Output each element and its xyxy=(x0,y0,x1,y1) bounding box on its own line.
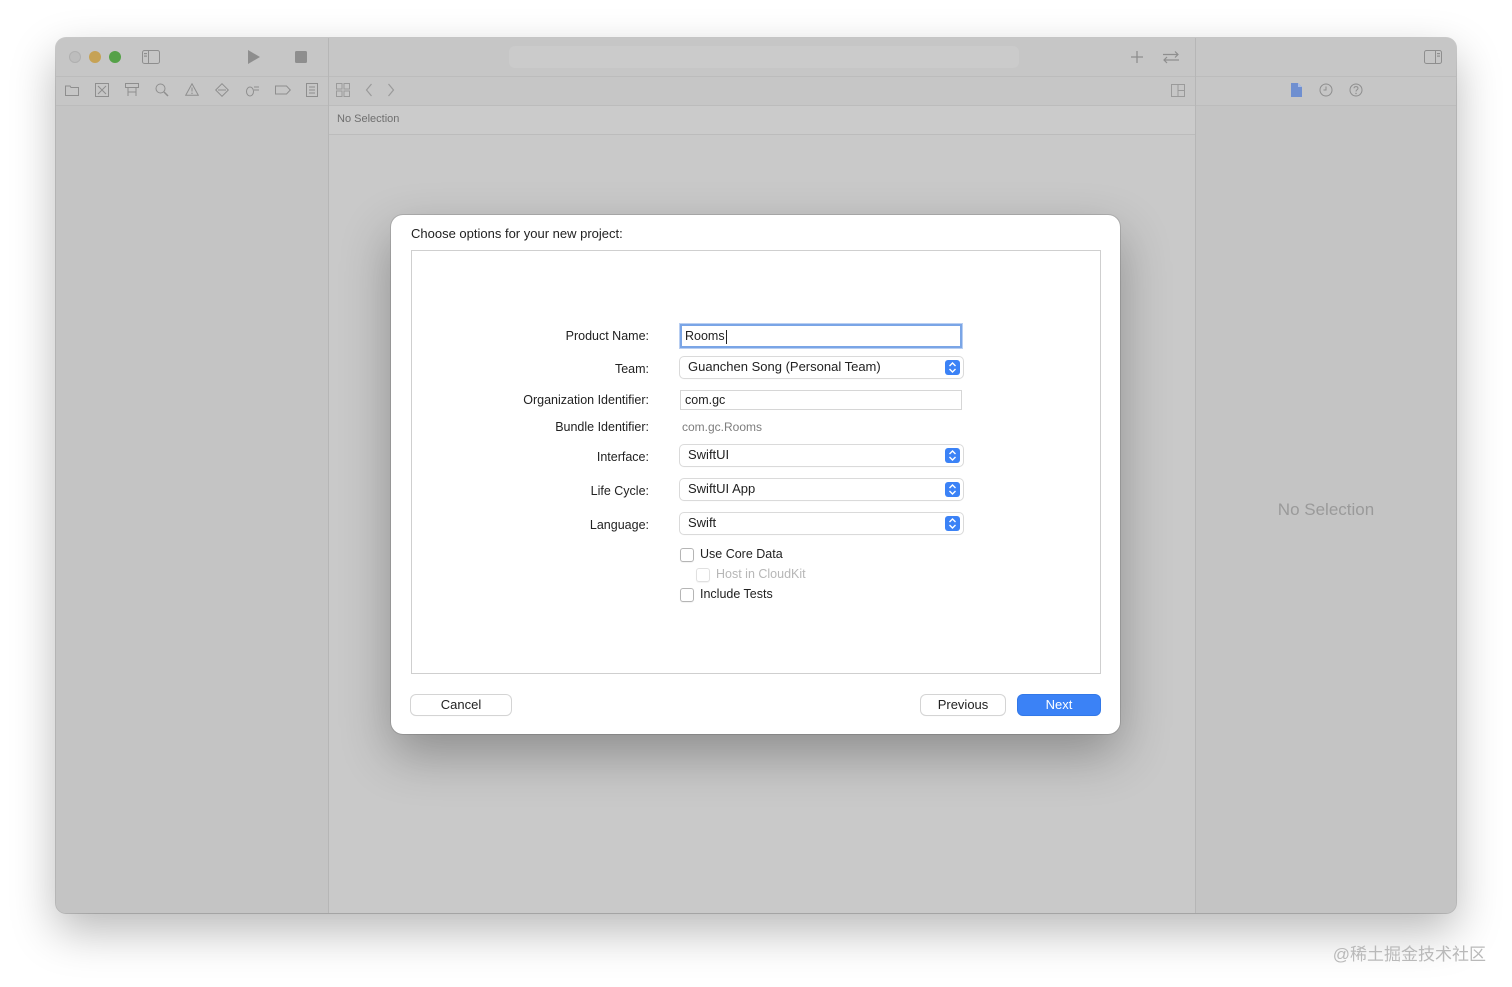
inspector-selector-bar xyxy=(1196,77,1456,106)
next-button[interactable]: Next xyxy=(1018,695,1100,715)
test-icon[interactable] xyxy=(215,83,229,97)
stop-icon[interactable] xyxy=(295,51,307,63)
report-icon[interactable] xyxy=(306,83,318,97)
symbol-icon[interactable] xyxy=(125,83,139,97)
product-name-field[interactable]: Rooms xyxy=(680,324,962,348)
navigator-selector-bar xyxy=(56,77,328,106)
include-tests-label: Include Tests xyxy=(700,587,773,601)
host-in-cloudkit-checkbox xyxy=(696,567,710,582)
use-core-data-checkbox[interactable] xyxy=(680,547,694,562)
chevron-updown-icon xyxy=(945,482,960,497)
editor-titlebar xyxy=(329,38,1195,77)
bundle-identifier-value: com.gc.Rooms xyxy=(682,420,763,434)
options-panel: Product Name: Rooms Team: Guanchen Song … xyxy=(411,250,1101,674)
chevron-right-icon[interactable] xyxy=(387,83,395,97)
language-label: Language: xyxy=(589,518,649,532)
inspector-placeholder: No Selection xyxy=(1277,500,1375,519)
dialog-title: Choose options for your new project: xyxy=(411,226,623,241)
history-icon[interactable] xyxy=(1319,83,1333,97)
folder-icon[interactable] xyxy=(65,84,79,96)
chevron-updown-icon xyxy=(945,448,960,463)
new-project-options-dialog: Choose options for your new project: Pro… xyxy=(391,215,1120,734)
use-core-data-label: Use Core Data xyxy=(700,547,783,561)
cancel-button[interactable]: Cancel xyxy=(411,695,511,715)
search-icon[interactable] xyxy=(155,83,169,97)
swap-icon[interactable] xyxy=(1161,50,1181,64)
language-value: Swift xyxy=(688,515,717,530)
add-icon[interactable] xyxy=(1130,50,1144,64)
bundle-identifier-label: Bundle Identifier: xyxy=(555,420,649,434)
jump-bar: No Selection xyxy=(329,106,1195,135)
life-cycle-label: Life Cycle: xyxy=(590,484,649,498)
chevron-left-icon[interactable] xyxy=(365,83,373,97)
include-tests-checkbox[interactable] xyxy=(680,587,694,602)
life-cycle-value: SwiftUI App xyxy=(688,481,756,496)
watermark: @稀土掘金技术社区 xyxy=(1332,945,1486,964)
zoom-window-button[interactable] xyxy=(109,51,121,63)
organization-identifier-label: Organization Identifier: xyxy=(523,393,649,407)
host-in-cloudkit-label: Host in CloudKit xyxy=(716,567,806,581)
host-in-cloudkit-option: Host in CloudKit xyxy=(696,567,806,582)
language-popup[interactable]: Swift xyxy=(680,513,963,534)
life-cycle-popup[interactable]: SwiftUI App xyxy=(680,479,963,500)
warning-icon[interactable] xyxy=(185,83,199,96)
chevron-updown-icon xyxy=(945,360,960,375)
sidebar-toggle-icon[interactable] xyxy=(142,50,160,64)
navigator-pane xyxy=(56,38,329,913)
organization-identifier-value: com.gc xyxy=(685,393,726,407)
product-name-label: Product Name: xyxy=(565,329,649,343)
play-icon[interactable] xyxy=(247,49,261,65)
navigator-titlebar xyxy=(56,38,328,77)
team-label: Team: xyxy=(614,362,649,376)
product-name-value: Rooms xyxy=(685,329,725,343)
editor-navbar xyxy=(329,77,1195,106)
jump-bar-label: No Selection xyxy=(337,113,400,125)
inspector-titlebar xyxy=(1196,38,1456,77)
use-core-data-option[interactable]: Use Core Data xyxy=(680,547,783,562)
close-window-button[interactable] xyxy=(69,51,81,63)
breakpoint-icon[interactable] xyxy=(275,84,291,96)
debug-icon[interactable] xyxy=(245,83,260,97)
minimize-window-button[interactable] xyxy=(89,51,101,63)
activity-viewer xyxy=(509,46,1019,68)
file-inspector-icon[interactable] xyxy=(1291,83,1302,97)
inspector-toggle-icon[interactable] xyxy=(1424,50,1442,64)
interface-label: Interface: xyxy=(596,450,649,464)
include-tests-option[interactable]: Include Tests xyxy=(680,587,773,602)
text-cursor xyxy=(725,329,727,344)
previous-button[interactable]: Previous xyxy=(921,695,1005,715)
interface-value: SwiftUI xyxy=(688,447,730,462)
team-value: Guanchen Song (Personal Team) xyxy=(688,359,881,374)
chevron-updown-icon xyxy=(945,516,960,531)
interface-popup[interactable]: SwiftUI xyxy=(680,445,963,466)
organization-identifier-field[interactable]: com.gc xyxy=(680,390,962,410)
help-icon[interactable] xyxy=(1349,83,1363,97)
inspector-pane: No Selection xyxy=(1195,38,1456,913)
team-popup[interactable]: Guanchen Song (Personal Team) xyxy=(680,357,963,378)
source-control-icon[interactable] xyxy=(95,83,109,97)
editor-options-icon[interactable] xyxy=(1171,84,1185,97)
grid-icon[interactable] xyxy=(336,83,350,97)
